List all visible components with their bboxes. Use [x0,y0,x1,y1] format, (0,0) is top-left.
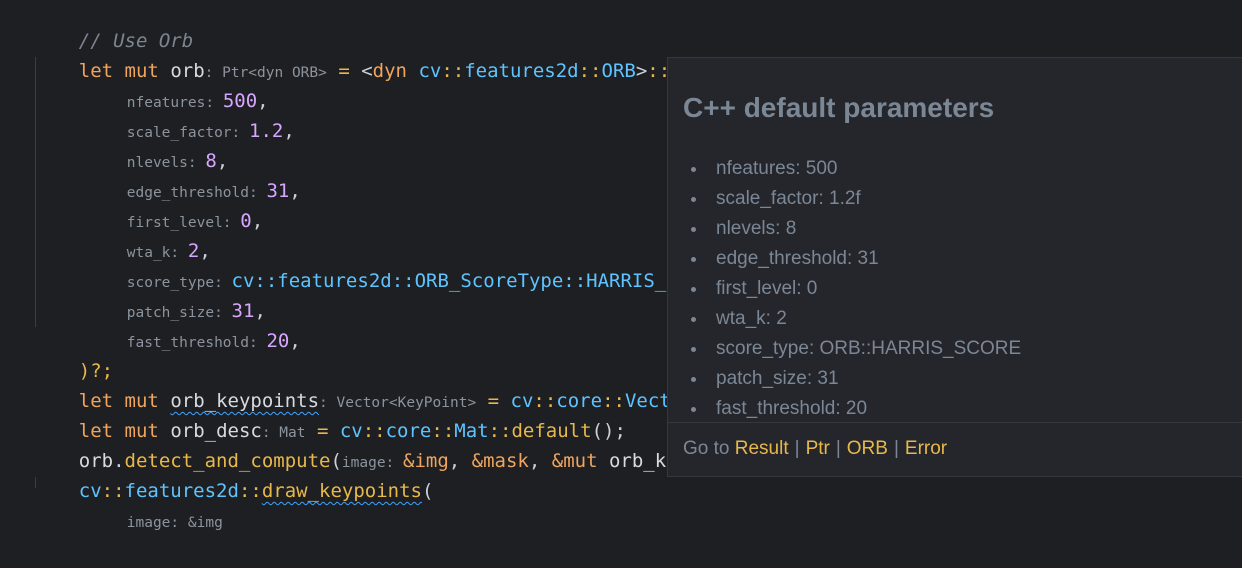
hover-title: C++ default parameters [683,92,995,123]
list-item-text: edge_threshold: 31 [716,248,879,269]
list-item: score_type: ORB::HARRIS_SCORE [691,334,1022,364]
bullet-icon [691,167,696,172]
code-line-arg: wta_k: 2, [126,240,211,262]
bullet-icon [691,287,696,292]
param-value: 31 [266,180,290,202]
bullet-icon [691,317,696,322]
code-line-keypoints: let mut orb_keypoints: Vector<KeyPoint> … [78,390,671,412]
path-separator: :: [441,60,465,82]
param-name: fast_threshold [126,335,249,351]
code-line-draw: cv::features2d::draw_keypoints( [78,480,434,502]
link-separator: | [835,438,841,459]
list-item-text: patch_size: 31 [716,368,839,389]
list-item-text: nfeatures: 500 [716,158,838,179]
function-draw-keypoints[interactable]: draw_keypoints [262,480,422,502]
list-item: first_level: 0 [691,274,1021,304]
partial-line: image: &img [126,515,223,531]
code-line-orb-create: let mut orb: Ptr<dyn ORB> = <dyn cv::fea… [33,26,750,82]
list-item-text: first_level: 0 [716,278,818,299]
list-item: nfeatures: 500 [691,154,1021,184]
link-separator: | [893,438,899,459]
type-orb[interactable]: ORB [602,60,636,82]
list-item-text: scale_factor: 1.2f [716,188,861,209]
paren-open: ( [421,480,434,502]
bullet-icon [691,377,696,382]
bullet-icon [691,227,696,232]
path-cv[interactable]: cv [418,60,441,82]
list-item: nlevels: 8 [691,214,1021,244]
comma: , [448,450,472,472]
code-line-partial: image: &img [81,476,223,531]
code-line-desc: let mut orb_desc: Mat = cv::core::Mat::d… [78,420,626,442]
angle-close: > [635,60,648,82]
code-line-arg: scale_factor: 1.2, [126,120,295,142]
keyword-mut: &mut [551,450,598,472]
list-item: fast_threshold: 20 [691,394,1021,424]
code-line-arg: nfeatures: 500, [126,90,269,112]
default-params-list: nfeatures: 500 scale_factor: 1.2f nlevel… [691,154,1022,424]
bullet-icon [691,257,696,262]
code-line-arg: nlevels: 8, [126,150,229,172]
bullet-icon [691,407,696,412]
list-item-text: fast_threshold: 20 [716,398,868,419]
code-line-arg: first_level: 0, [126,210,264,232]
code-editor[interactable]: // Use Orb let mut orb: Ptr<dyn ORB> = <… [0,0,1242,531]
code-line-arg: patch_size: 31, [126,300,266,322]
keyword-dyn: dyn [372,60,407,82]
param-value: 0 [240,210,252,232]
path-features2d[interactable]: features2d [464,60,578,82]
code-line-arg: fast_threshold: 20, [126,330,301,352]
path-separator: :: [578,60,602,82]
list-item-text: nlevels: 8 [716,218,797,239]
code-line-close: )?; [33,326,113,382]
hover-documentation-popup[interactable]: C++ default parameters nfeatures: 500 sc… [667,57,1242,477]
list-item: scale_factor: 1.2f [691,184,1021,214]
goto-link-orb[interactable]: ORB [847,438,888,459]
param-value: 1.2 [249,120,284,142]
param-value[interactable]: cv::features2d::ORB_ScoreType::HARRIS_S [232,270,678,292]
code-line-arg: edge_threshold: 31, [126,180,301,202]
list-item-text: score_type: ORB::HARRIS_SCORE [716,338,1022,359]
comma: , [528,450,552,472]
param-value: 20 [266,330,290,352]
list-item-text: wta_k: 2 [716,308,787,329]
arg-mask[interactable]: &mask [472,450,529,472]
code-line-detect: orb.detect_and_compute(image: &img, &mas… [33,416,678,472]
hover-footer: Go to Result | Ptr | ORB | Error [668,422,1242,478]
code-line-comment: // Use Orb [33,0,193,52]
arg-orb-keypoints[interactable]: orb_ke [598,450,678,472]
goto-label: Go to [683,438,730,459]
type-vector[interactable]: Vect [625,390,671,412]
bullet-icon [691,197,696,202]
code-line-arg: score_type: cv::features2d::ORB_ScoreTyp… [126,270,678,292]
list-item: patch_size: 31 [691,364,1021,394]
link-separator: | [794,438,800,459]
goto-link-ptr[interactable]: Ptr [806,438,830,459]
list-item: wta_k: 2 [691,304,1021,334]
list-item: edge_threshold: 31 [691,244,1021,274]
angle-open: < [361,60,373,82]
goto-link-error[interactable]: Error [905,438,947,459]
bullet-icon [691,347,696,352]
goto-link-result[interactable]: Result [735,438,789,459]
assign-operator: = [326,60,362,82]
